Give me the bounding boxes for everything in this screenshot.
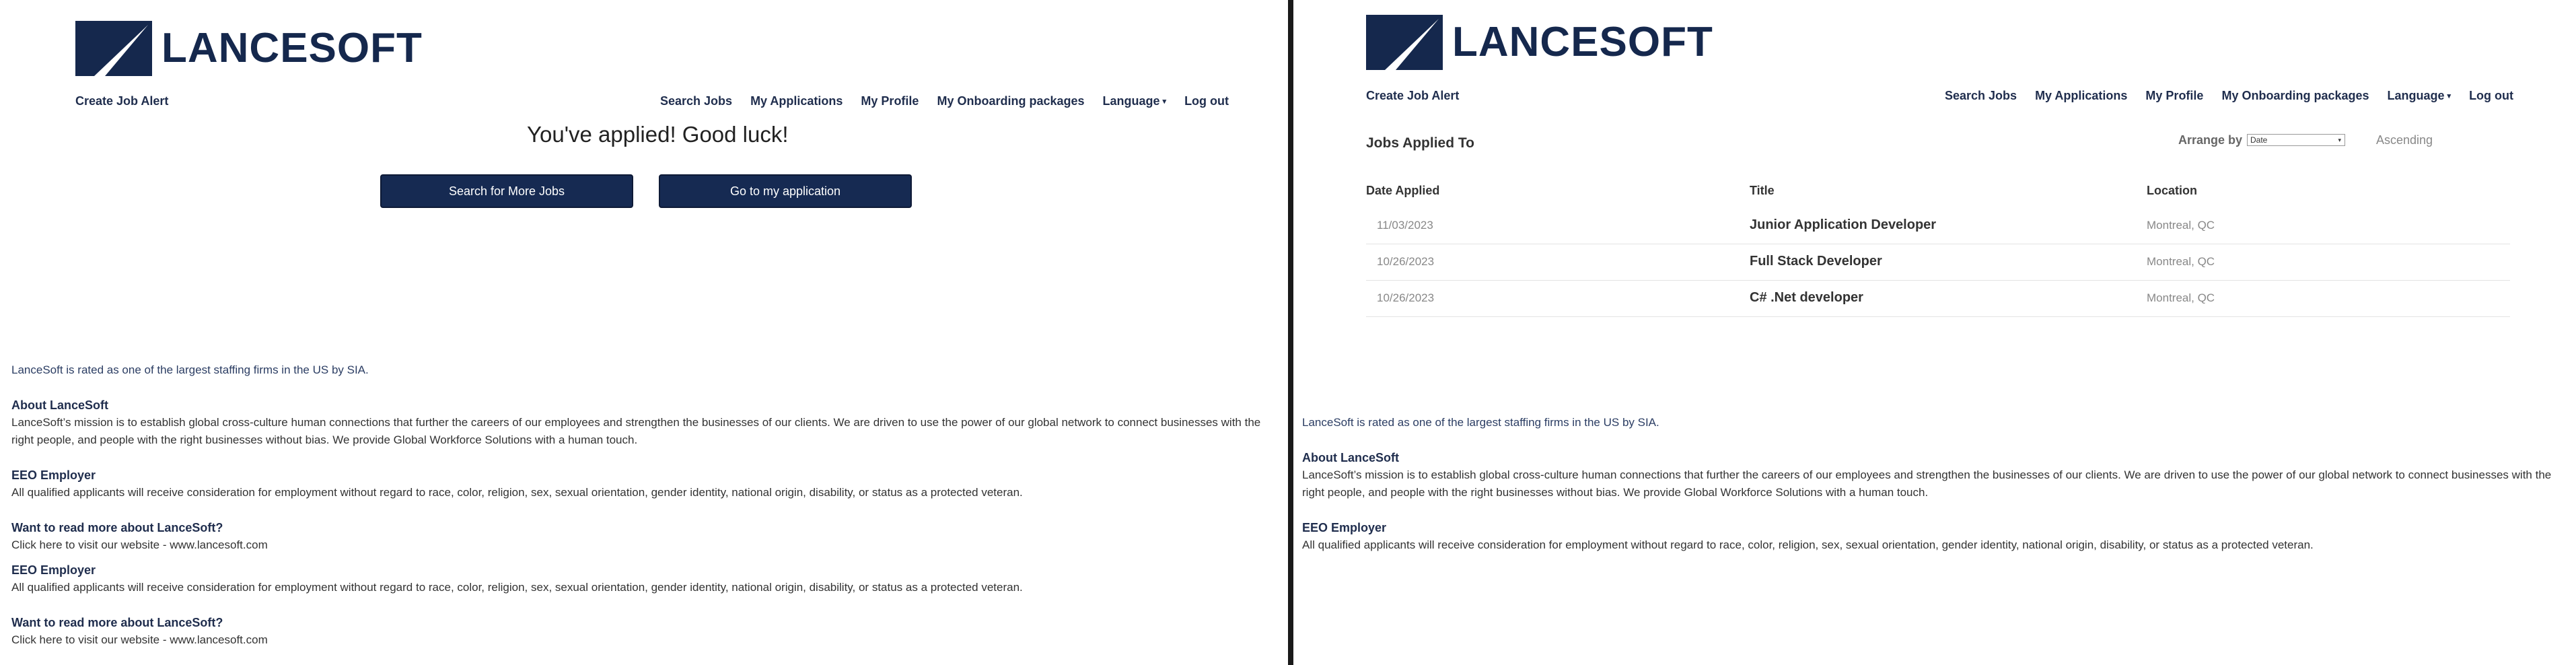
row-divider bbox=[1366, 280, 2510, 281]
row-title-link[interactable]: Full Stack Developer bbox=[1750, 254, 1882, 269]
chevron-down-icon: ▾ bbox=[2447, 92, 2452, 100]
chevron-down-icon: ▾ bbox=[2338, 137, 2341, 143]
arrange-by-value: Date bbox=[2250, 135, 2268, 145]
row-location: Montreal, QC bbox=[2147, 219, 2215, 232]
lancesoft-logo[interactable]: LANCESOFT bbox=[1366, 15, 1713, 70]
row-title-link[interactable]: Junior Application Developer bbox=[1750, 217, 1936, 233]
nav-my-applications[interactable]: My Applications bbox=[2035, 89, 2127, 103]
nav-my-onboarding-packages[interactable]: My Onboarding packages bbox=[2221, 89, 2369, 103]
applied-message: You've applied! Good luck! bbox=[527, 122, 789, 147]
row-date: 10/26/2023 bbox=[1377, 291, 1435, 304]
nav-search-jobs[interactable]: Search Jobs bbox=[1945, 89, 2017, 103]
row-location: Montreal, QC bbox=[2147, 255, 2215, 268]
create-job-alert-link[interactable]: Create Job Alert bbox=[75, 94, 168, 108]
logo-mark-icon bbox=[75, 21, 152, 76]
nav-log-out[interactable]: Log out bbox=[1184, 94, 1229, 108]
row-divider bbox=[1366, 316, 2510, 317]
nav-my-profile[interactable]: My Profile bbox=[861, 94, 919, 108]
lancesoft-logo[interactable]: LANCESOFT bbox=[75, 21, 423, 76]
arrange-by-label: Arrange by bbox=[2178, 133, 2243, 147]
create-job-alert-link[interactable]: Create Job Alert bbox=[1366, 89, 1459, 103]
about-heading: About LanceSoft bbox=[1302, 451, 1399, 464]
jobs-table: Date Applied Title Location 11/03/2023 J… bbox=[1366, 182, 2510, 323]
read-more-heading: Want to read more about LanceSoft? bbox=[11, 616, 223, 629]
eeo-text: All qualified applicants will receive co… bbox=[1302, 538, 2314, 551]
nav-my-applications[interactable]: My Applications bbox=[750, 94, 843, 108]
column-header-date: Date Applied bbox=[1366, 184, 1440, 197]
footer-intro: LanceSoft is rated as one of the largest… bbox=[11, 363, 369, 376]
nav-language-dropdown[interactable]: Language ▾ bbox=[1103, 94, 1167, 108]
about-text: LanceSoft’s mission is to establish glob… bbox=[11, 416, 1261, 446]
footer: LanceSoft is rated as one of the largest… bbox=[1302, 414, 2567, 554]
footer: LanceSoft is rated as one of the largest… bbox=[11, 361, 1283, 554]
about-heading: About LanceSoft bbox=[11, 398, 108, 412]
about-text: LanceSoft’s mission is to establish glob… bbox=[1302, 468, 2552, 499]
column-header-title: Title bbox=[1750, 184, 1775, 197]
row-location: Montreal, QC bbox=[2147, 291, 2215, 304]
nav-language-label: Language bbox=[1102, 94, 1160, 108]
logo-text: LANCESOFT bbox=[162, 25, 423, 71]
eeo-text: All qualified applicants will receive co… bbox=[11, 581, 1023, 594]
nav-language-dropdown[interactable]: Language ▾ bbox=[2388, 89, 2452, 103]
arrange-by-select[interactable]: Date ▾ bbox=[2247, 134, 2345, 146]
nav-log-out[interactable]: Log out bbox=[2469, 89, 2513, 103]
logo-text: LANCESOFT bbox=[1452, 19, 1713, 65]
row-date: 11/03/2023 bbox=[1377, 219, 1433, 232]
confirmation-page-panel: LANCESOFT Create Job Alert Search Jobs M… bbox=[0, 0, 1288, 665]
top-nav: Search Jobs My Applications My Profile M… bbox=[1945, 89, 2513, 103]
nav-language-label: Language bbox=[2387, 89, 2445, 102]
go-to-application-button[interactable]: Go to my application bbox=[659, 174, 912, 208]
eeo-text: All qualified applicants will receive co… bbox=[11, 486, 1023, 499]
read-more-link[interactable]: Click here to visit our website - www.la… bbox=[11, 631, 1283, 649]
nav-my-onboarding-packages[interactable]: My Onboarding packages bbox=[937, 94, 1084, 108]
logo-mark-icon bbox=[1366, 15, 1443, 70]
eeo-heading: EEO Employer bbox=[1302, 521, 1387, 534]
applications-page-panel: LANCESOFT Create Job Alert Search Jobs M… bbox=[1293, 0, 2576, 665]
ascending-toggle[interactable]: Ascending bbox=[2376, 133, 2433, 147]
top-nav: Search Jobs My Applications My Profile M… bbox=[660, 94, 1229, 108]
eeo-heading: EEO Employer bbox=[11, 468, 96, 482]
read-more-heading: Want to read more about LanceSoft? bbox=[11, 521, 223, 534]
row-date: 10/26/2023 bbox=[1377, 255, 1435, 268]
read-more-link[interactable]: Click here to visit our website - www.la… bbox=[11, 536, 1283, 554]
nav-my-profile[interactable]: My Profile bbox=[2145, 89, 2203, 103]
search-more-jobs-button[interactable]: Search for More Jobs bbox=[380, 174, 633, 208]
chevron-down-icon: ▾ bbox=[1162, 98, 1167, 106]
column-header-location: Location bbox=[2147, 184, 2197, 197]
nav-search-jobs[interactable]: Search Jobs bbox=[660, 94, 732, 108]
footer-duplicate: EEO Employer All qualified applicants wi… bbox=[11, 561, 1283, 649]
jobs-applied-title: Jobs Applied To bbox=[1366, 135, 1474, 151]
row-title-link[interactable]: C# .Net developer bbox=[1750, 290, 1863, 306]
eeo-heading: EEO Employer bbox=[11, 563, 96, 577]
footer-intro: LanceSoft is rated as one of the largest… bbox=[1302, 416, 1659, 429]
panel-divider bbox=[1288, 0, 1293, 665]
